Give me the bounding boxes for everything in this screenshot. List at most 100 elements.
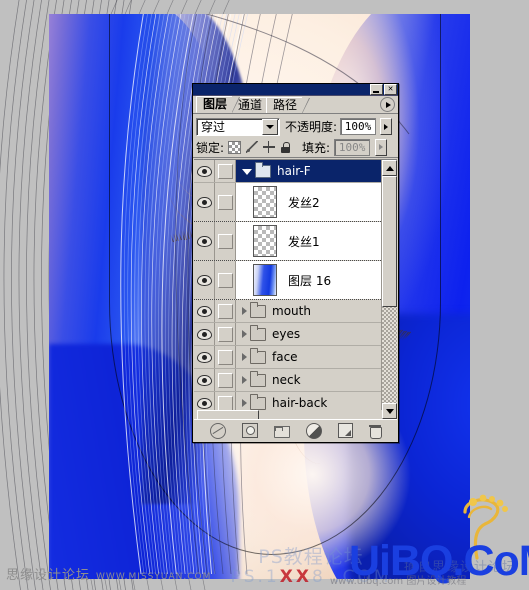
layer-name-cell[interactable]: mouth: [236, 300, 381, 322]
layer-name-cell[interactable]: 图层 16: [236, 261, 381, 299]
layer-link-toggle[interactable]: [215, 369, 236, 391]
fill-spinner-icon[interactable]: [375, 138, 388, 156]
minimize-button[interactable]: [370, 84, 383, 95]
eye-icon: [196, 351, 212, 363]
new-layer-icon[interactable]: [338, 423, 353, 438]
eye-icon: [196, 196, 212, 208]
layer-row[interactable]: eyes: [194, 323, 381, 346]
layer-row[interactable]: neck: [194, 369, 381, 392]
layer-row[interactable]: 图层 16: [194, 261, 381, 300]
layer-list-hscrollbar[interactable]: [194, 409, 382, 420]
tab-paths[interactable]: 路径: [266, 97, 311, 114]
layers-panel-toolbar[interactable]: [194, 419, 397, 441]
link-checkbox: [217, 372, 233, 388]
layer-link-toggle[interactable]: [215, 346, 236, 368]
chevron-down-icon[interactable]: [242, 169, 252, 175]
scroll-thumb[interactable]: [382, 176, 397, 308]
layer-name-cell[interactable]: eyes: [236, 323, 381, 345]
opacity-spinner-icon[interactable]: [380, 118, 393, 135]
layer-name-cell[interactable]: face: [236, 346, 381, 368]
layer-name-label: face: [272, 350, 298, 364]
eye-icon: [196, 274, 212, 286]
blend-mode-value: 穿过: [201, 120, 226, 134]
link-checkbox: [217, 194, 233, 210]
folder-icon: [250, 393, 266, 410]
fill-input[interactable]: 100%: [334, 138, 371, 156]
lock-label: 锁定:: [196, 140, 225, 155]
link-checkbox: [217, 395, 233, 411]
layer-row[interactable]: face: [194, 346, 381, 369]
layer-thumbnail[interactable]: [253, 186, 277, 218]
layer-name-cell[interactable]: hair-F: [236, 160, 381, 182]
layer-link-toggle[interactable]: [215, 323, 236, 345]
panel-menu-icon[interactable]: [380, 97, 395, 112]
chevron-right-icon[interactable]: [242, 399, 247, 407]
layer-row[interactable]: mouth: [194, 300, 381, 323]
folder-icon: [250, 301, 266, 318]
layer-list[interactable]: hair-F 发丝2 发丝1 图层 16 mouth eyes face neck hair-b…: [194, 159, 397, 419]
layer-visibility-toggle[interactable]: [194, 160, 215, 182]
layer-visibility-toggle[interactable]: [194, 369, 215, 391]
close-button[interactable]: ✕: [384, 84, 397, 95]
link-checkbox: [217, 349, 233, 365]
chevron-down-icon[interactable]: [262, 118, 278, 135]
lock-position-icon[interactable]: [262, 141, 275, 154]
layer-list-body[interactable]: hair-F 发丝2 发丝1 图层 16 mouth eyes face neck hair-b…: [194, 160, 381, 419]
layer-name-cell[interactable]: 发丝2: [236, 183, 381, 221]
scroll-down-icon[interactable]: [382, 403, 397, 419]
lock-all-icon[interactable]: [279, 141, 292, 154]
layer-name-label: eyes: [272, 327, 301, 341]
panel-titlebar[interactable]: ✕: [193, 84, 398, 96]
layer-list-scrollbar[interactable]: [381, 160, 397, 419]
add-layer-mask-icon[interactable]: [242, 423, 258, 438]
layer-visibility-toggle[interactable]: [194, 261, 215, 299]
delete-layer-icon[interactable]: [369, 424, 382, 439]
watermark-left-cn: 思缘设计论坛: [6, 568, 91, 583]
scroll-up-icon[interactable]: [382, 160, 397, 176]
layer-name-cell[interactable]: 发丝1: [236, 222, 381, 260]
watermark-left: 思缘设计论坛 WWW.MISSYUAN.COM: [6, 564, 211, 583]
chevron-right-icon[interactable]: [242, 307, 247, 315]
lock-transparent-pixels-icon[interactable]: [228, 140, 242, 154]
layer-thumbnail[interactable]: [253, 264, 277, 296]
layer-link-toggle[interactable]: [215, 183, 236, 221]
tab-layers[interactable]: 图层: [196, 96, 241, 113]
layer-visibility-toggle[interactable]: [194, 222, 215, 260]
folder-icon: [250, 370, 266, 387]
layer-visibility-toggle[interactable]: [194, 183, 215, 221]
eye-icon: [196, 374, 212, 386]
layer-row[interactable]: 发丝2: [194, 183, 381, 222]
layer-link-toggle[interactable]: [215, 300, 236, 322]
chevron-right-icon[interactable]: [242, 330, 247, 338]
lock-image-pixels-icon[interactable]: [245, 141, 258, 154]
chevron-right-icon[interactable]: [242, 376, 247, 384]
layer-name-label: hair-back: [272, 396, 328, 410]
layer-link-toggle[interactable]: [215, 261, 236, 299]
blend-opacity-row: 穿过 不透明度: 100%: [193, 114, 398, 137]
layer-name-label: 图层 16: [288, 273, 332, 288]
layer-link-toggle[interactable]: [215, 222, 236, 260]
layer-row[interactable]: hair-F: [194, 160, 381, 183]
scroll-track[interactable]: [382, 176, 397, 403]
link-checkbox: [217, 303, 233, 319]
layers-panel[interactable]: ✕ 图层 通道 路径 穿过 不透明度: 100% 锁定: 填充: 100% ha…: [192, 83, 399, 443]
layer-visibility-toggle[interactable]: [194, 346, 215, 368]
panel-tab-bar[interactable]: 图层 通道 路径: [193, 96, 398, 114]
opacity-input[interactable]: 100%: [340, 118, 377, 135]
layer-visibility-toggle[interactable]: [194, 323, 215, 345]
new-adjustment-layer-icon[interactable]: [306, 422, 322, 439]
hscroll-thumb[interactable]: [197, 409, 259, 420]
new-group-icon[interactable]: [274, 425, 290, 438]
layer-style-fx-icon[interactable]: [210, 422, 226, 439]
eye-icon: [196, 235, 212, 247]
layer-link-toggle[interactable]: [215, 160, 236, 182]
chevron-right-icon[interactable]: [242, 353, 247, 361]
link-checkbox: [217, 272, 233, 288]
folder-icon: [250, 324, 266, 341]
layer-thumbnail[interactable]: [253, 225, 277, 257]
layer-row[interactable]: 发丝1: [194, 222, 381, 261]
layer-name-cell[interactable]: neck: [236, 369, 381, 391]
layer-visibility-toggle[interactable]: [194, 300, 215, 322]
blend-mode-select[interactable]: 穿过: [196, 117, 280, 136]
link-checkbox: [217, 326, 233, 342]
